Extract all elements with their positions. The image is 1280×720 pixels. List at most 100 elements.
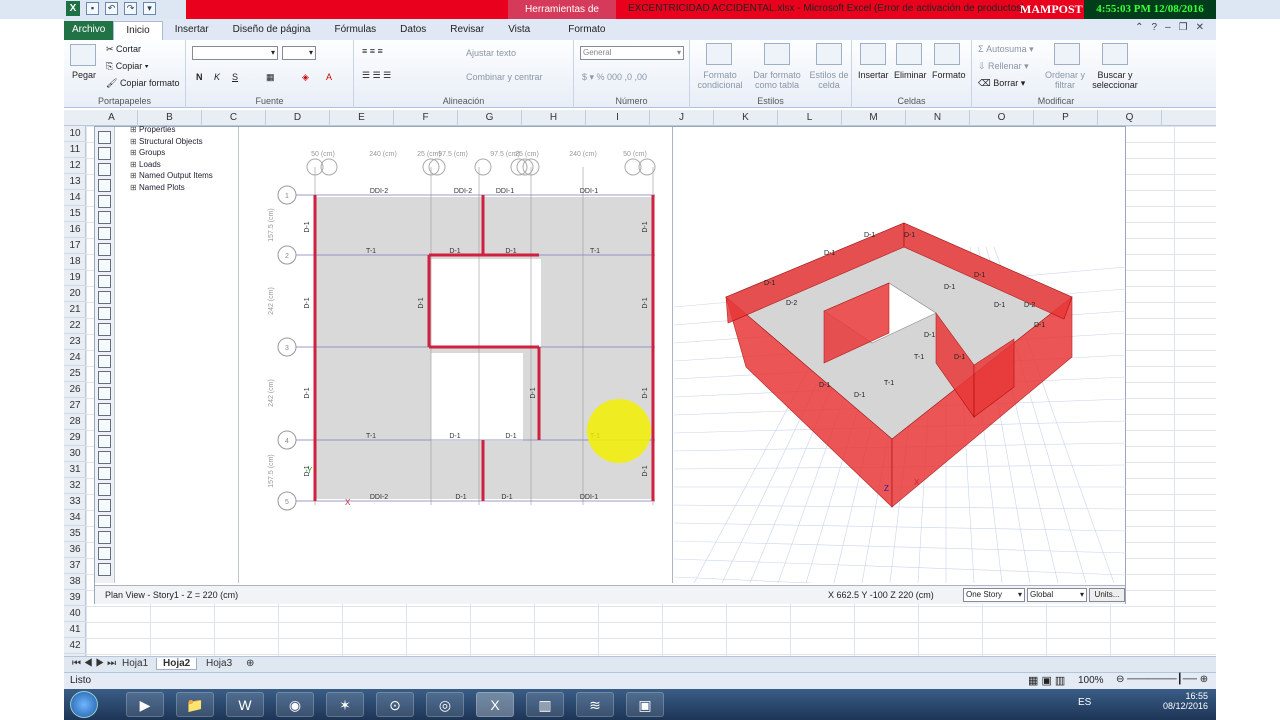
etabs-tool-icon[interactable] [98,547,111,560]
cell-styles-icon[interactable] [816,43,842,65]
etabs-tool-icon[interactable] [98,179,111,192]
etabs-tool-icon[interactable] [98,259,111,272]
column-header[interactable]: O [970,110,1034,126]
row-header[interactable]: 13 [64,174,86,190]
help-icon[interactable]: ? [1152,22,1158,33]
autosum-button[interactable]: Σ Autosuma ▾ [978,44,1034,55]
tree-item[interactable]: Groups [130,148,165,157]
fill-button[interactable]: ⇩ Rellenar ▾ [978,61,1029,72]
tree-item[interactable]: Loads [130,160,161,169]
align-left-icon[interactable]: ☰ ☰ ☰ [362,70,391,81]
row-header[interactable]: 25 [64,366,86,382]
collapse-ribbon-icon[interactable]: ⌃ [1135,22,1143,33]
app-icon-camera[interactable]: ▣ [626,692,664,717]
find-select-button[interactable]: Buscar y seleccionar [1090,70,1140,90]
story-select[interactable]: One Story [963,588,1025,602]
column-header[interactable]: I [586,110,650,126]
coordinate-system-select[interactable]: Global [1027,588,1087,602]
etabs-tool-icon[interactable] [98,243,111,256]
sheet-tab-hoja2[interactable]: Hoja2 [156,658,198,670]
etabs-tool-icon[interactable] [98,291,111,304]
tab-formulas[interactable]: Fórmulas [322,21,388,40]
row-header[interactable]: 14 [64,190,86,206]
etabs-tool-icon[interactable] [98,371,111,384]
row-header[interactable]: 12 [64,158,86,174]
row-header[interactable]: 34 [64,510,86,526]
row-header[interactable]: 24 [64,350,86,366]
row-header[interactable]: 36 [64,542,86,558]
fill-color-icon[interactable]: ◈ [302,72,309,83]
etabs-tool-icon[interactable] [98,403,111,416]
etabs-tool-icon[interactable] [98,131,111,144]
row-header[interactable]: 19 [64,270,86,286]
etabs-tool-icon[interactable] [98,355,111,368]
close-icon[interactable]: ✕ [1196,22,1204,33]
row-header[interactable]: 30 [64,446,86,462]
column-header[interactable]: A [86,110,138,126]
wrap-text-button[interactable]: Ajustar texto [466,48,516,58]
row-header[interactable]: 20 [64,286,86,302]
units-button[interactable]: Units... [1089,588,1125,602]
media-player-icon[interactable]: ▶ [126,692,164,717]
currency-icon[interactable]: $ ▾ % 000 ,0 ,00 [582,72,647,83]
sort-filter-icon[interactable] [1054,43,1080,65]
row-header[interactable]: 38 [64,574,86,590]
etabs-tool-icon[interactable] [98,499,111,512]
tab-diseno-pagina[interactable]: Diseño de página [221,21,323,40]
row-header[interactable]: 32 [64,478,86,494]
column-header[interactable]: B [138,110,202,126]
row-header[interactable]: 27 [64,398,86,414]
font-color-icon[interactable]: A [326,72,332,82]
row-header[interactable]: 40 [64,606,86,622]
tree-item[interactable]: Properties [130,125,176,134]
file-explorer-icon[interactable]: 📁 [176,692,214,717]
excel-taskbar-icon[interactable]: X [476,692,514,717]
format-as-table-icon[interactable] [764,43,790,65]
etabs-tool-icon[interactable] [98,195,111,208]
conditional-format-button[interactable]: Formato condicional [694,70,746,90]
view-mode-icon[interactable]: ▦ ▣ ▥ [1028,674,1065,687]
zoom-slider[interactable]: ⊖ ───────┃── ⊕ [1116,674,1208,685]
etabs-tool-icon[interactable] [98,515,111,528]
tree-item[interactable]: Structural Objects [130,137,203,146]
save-icon[interactable]: ▪ [86,2,99,15]
start-button[interactable] [70,691,98,718]
tab-revisar[interactable]: Revisar [438,21,496,40]
etabs-tool-icon[interactable] [98,339,111,352]
etabs-tool-icon[interactable] [98,307,111,320]
row-header[interactable]: 39 [64,590,86,606]
language-indicator[interactable]: ES [1078,697,1091,708]
tab-datos[interactable]: Datos [388,21,438,40]
new-sheet-icon[interactable]: ⊕ [240,658,260,669]
column-header[interactable]: E [330,110,394,126]
delete-cells-button[interactable]: Eliminar [894,70,927,80]
sort-filter-button[interactable]: Ordenar y filtrar [1044,70,1086,90]
app-icon-lock[interactable]: ⊙ [376,692,414,717]
minimize-icon[interactable]: – [1165,22,1171,33]
etabs-tool-icon[interactable] [98,467,111,480]
column-header[interactable]: F [394,110,458,126]
format-as-table-button[interactable]: Dar formato como tabla [748,70,806,90]
chrome-icon[interactable]: ◎ [426,692,464,717]
row-header[interactable]: 31 [64,462,86,478]
etabs-tool-icon[interactable] [98,483,111,496]
redo-icon[interactable]: ↷ [124,2,137,15]
app-icon-star[interactable]: ✶ [326,692,364,717]
etabs-tool-icon[interactable] [98,531,111,544]
font-name-select[interactable] [192,46,278,60]
row-header[interactable]: 41 [64,622,86,638]
column-header[interactable]: P [1034,110,1098,126]
row-header[interactable]: 29 [64,430,86,446]
row-header[interactable]: 10 [64,126,86,142]
tab-inicio[interactable]: Inicio [113,21,163,40]
sheet-tab-hoja3[interactable]: Hoja3 [200,658,238,669]
format-cells-button[interactable]: Formato [932,70,966,80]
row-header[interactable]: 16 [64,222,86,238]
sheet-nav-icon[interactable]: ⏮ ◀ ▶ ⏭ [66,658,122,669]
cell-styles-button[interactable]: Estilos de celda [808,70,850,90]
row-header[interactable]: 22 [64,318,86,334]
format-cells-icon[interactable] [934,43,960,65]
etabs-taskbar-icon[interactable]: ▥ [526,692,564,717]
column-header[interactable]: C [202,110,266,126]
tab-formato[interactable]: Formato [556,21,617,40]
